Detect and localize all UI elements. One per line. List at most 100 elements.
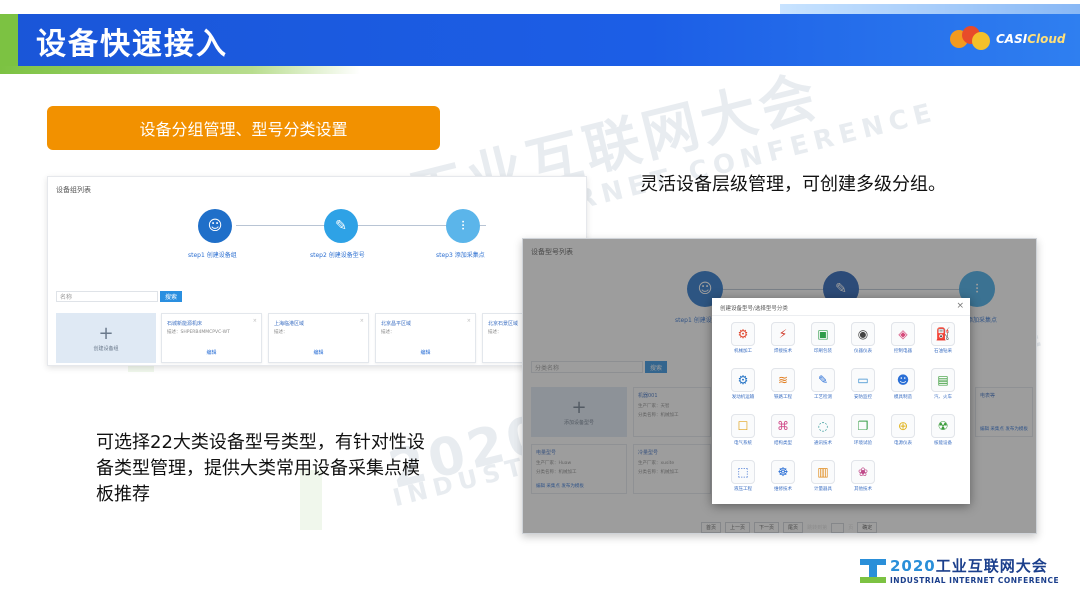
robot-arm-icon: ⚙ xyxy=(731,322,755,346)
group-card[interactable]: 石城新能源机床 × 描述：SHPERB4MMCPVC-WT 编辑 xyxy=(161,313,262,363)
model-type-label: 核能设备 xyxy=(934,441,952,446)
search-input[interactable]: 名称 xyxy=(56,291,158,302)
casicloud-logo: CASICloud xyxy=(950,26,1066,52)
welding-icon: ⚡ xyxy=(771,322,795,346)
model-type-label: 液压工程 xyxy=(734,487,752,492)
device-model-screenshot: 设备型号列表 ☺ ✎ ⫶ step1 创建设 添加采集点 分类名称 搜索 + 添… xyxy=(522,238,1037,534)
edit-link[interactable]: 编辑 xyxy=(376,349,475,356)
model-type-label: 控制电器 xyxy=(894,349,912,354)
search-button[interactable]: 搜索 xyxy=(160,291,182,302)
close-icon[interactable]: × xyxy=(467,318,471,324)
model-type-tile[interactable]: ❐ 环境试验 xyxy=(844,414,882,450)
hydraulic-icon: ⬚ xyxy=(731,460,755,484)
environment-icon: ❐ xyxy=(851,414,875,438)
step1-label: step1 创建设备组 xyxy=(188,252,237,259)
electric-icon: ☐ xyxy=(731,414,755,438)
group-card[interactable]: 北京昌平区域 × 描述： 编辑 xyxy=(375,313,476,363)
select-model-type-dialog: 创建设备型号/选择型号分类 × ⚙ 机械加工 ⚡ 焊接技术 ▣ 印刷包装 ◉ 仪器仪表 ◈ 控制电… xyxy=(712,298,970,504)
model-type-tile[interactable]: ☢ 核能设备 xyxy=(924,414,962,450)
model-type-tile[interactable]: ◉ 仪器仪表 xyxy=(844,322,882,358)
model-type-label: 发动机运输 xyxy=(731,395,755,400)
model-type-tile[interactable]: ☸ 维修技术 xyxy=(764,460,802,496)
conference-mark-icon xyxy=(860,557,886,583)
list-title: 设备组列表 xyxy=(56,186,91,194)
model-type-label: 模具制造 xyxy=(894,395,912,400)
cloud-logo-icon xyxy=(950,26,994,52)
step3-sensor-icon: ⫶ xyxy=(446,209,480,243)
model-type-label: 焊接技术 xyxy=(774,349,792,354)
model-type-tile[interactable]: ⚙ 机械加工 xyxy=(724,322,762,358)
section-tag: 设备分组管理、型号分类设置 xyxy=(47,106,440,150)
close-icon[interactable]: × xyxy=(956,301,964,311)
model-type-tile[interactable]: ⛽ 石油钻采 xyxy=(924,322,962,358)
model-type-label: 机械加工 xyxy=(734,349,752,354)
banner-green-stripe xyxy=(0,66,360,74)
model-type-tile[interactable]: ❀ 其他技术 xyxy=(844,460,882,496)
caption-device-types: 可选择22大类设备型号类型，有针对性设备类型管理，提供大类常用设备采集点模板推荐 xyxy=(96,432,425,505)
model-type-tile[interactable]: ≋ 铁路工程 xyxy=(764,368,802,404)
model-type-tile[interactable]: ☐ 电气系统 xyxy=(724,414,762,450)
model-type-tile[interactable]: ⌘ 结构类型 xyxy=(764,414,802,450)
plus-icon: + xyxy=(98,322,114,344)
model-type-label: 环境试验 xyxy=(854,441,872,446)
model-type-label: 工艺检测 xyxy=(814,395,832,400)
model-type-label: 通讯技术 xyxy=(814,441,832,446)
conference-name-en: INDUSTRIAL INTERNET CONFERENCE xyxy=(890,576,1060,585)
model-type-label: 仪器仪表 xyxy=(854,349,872,354)
model-type-label: 铁路工程 xyxy=(774,395,792,400)
oil-icon: ⛽ xyxy=(931,322,955,346)
model-type-tile[interactable]: ☻ 模具制造 xyxy=(884,368,922,404)
edit-link[interactable]: 编辑 xyxy=(162,349,261,356)
model-type-label: 结构类型 xyxy=(774,441,792,446)
step3-label: step3 添加采集点 xyxy=(436,252,485,259)
banner-left-accent xyxy=(0,14,18,74)
group-card[interactable]: 上海临港区域 × 描述： 编辑 xyxy=(268,313,369,363)
device-group-screenshot: 设备组列表 ☺ ✎ ⫶ step1 创建设备组 step2 创建设备型号 ste… xyxy=(47,176,587,366)
model-type-tile[interactable]: ◈ 控制电器 xyxy=(884,322,922,358)
model-type-tile[interactable]: ▭ 安防监控 xyxy=(844,368,882,404)
signal-icon: ◌ xyxy=(811,414,835,438)
model-type-tile[interactable]: ⚡ 焊接技术 xyxy=(764,322,802,358)
close-icon[interactable]: × xyxy=(360,318,364,324)
model-type-tile[interactable]: ▥ 计量器具 xyxy=(804,460,842,496)
model-type-tile[interactable]: ▣ 印刷包装 xyxy=(804,322,842,358)
close-icon[interactable]: × xyxy=(253,318,257,324)
monitor-icon: ▭ xyxy=(851,368,875,392)
model-type-label: 印刷包装 xyxy=(814,349,832,354)
nuclear-icon: ☢ xyxy=(931,414,955,438)
step2-label: step2 创建设备型号 xyxy=(310,252,365,259)
dialog-divider xyxy=(712,315,970,316)
model-type-label: 电气系统 xyxy=(734,441,752,446)
gauge-icon: ◉ xyxy=(851,322,875,346)
model-type-label: 其他技术 xyxy=(854,487,872,492)
model-type-tile[interactable]: ▤ 汽、火车 xyxy=(924,368,962,404)
other-icon: ❀ xyxy=(851,460,875,484)
engine-icon: ⚙ xyxy=(731,368,755,392)
model-type-label: 电源仪表 xyxy=(894,441,912,446)
model-type-tile[interactable]: ✎ 工艺检测 xyxy=(804,368,842,404)
railway-icon: ≋ xyxy=(771,368,795,392)
wrench-icon: ✎ xyxy=(811,368,835,392)
train-icon: ▤ xyxy=(931,368,955,392)
step2-edit-icon: ✎ xyxy=(324,209,358,243)
control-icon: ◈ xyxy=(891,322,915,346)
logo-text: CASICloud xyxy=(996,32,1066,46)
power-icon: ⊕ xyxy=(891,414,915,438)
model-type-label: 计量器具 xyxy=(814,487,832,492)
dialog-title: 创建设备型号/选择型号分类 xyxy=(720,306,788,312)
repair-icon: ☸ xyxy=(771,460,795,484)
model-type-tile[interactable]: ◌ 通讯技术 xyxy=(804,414,842,450)
edit-link[interactable]: 编辑 xyxy=(269,349,368,356)
model-type-tile[interactable]: ⬚ 液压工程 xyxy=(724,460,762,496)
conference-year: 2020 xyxy=(890,557,936,575)
caption-hierarchy: 灵活设备层级管理，可创建多级分组。 xyxy=(640,174,946,195)
conference-logo: 2020工业互联网大会 INDUSTRIAL INTERNET CONFEREN… xyxy=(860,555,1059,585)
model-type-tile[interactable]: ⚙ 发动机运输 xyxy=(724,368,762,404)
add-group-card[interactable]: + 创建设备组 xyxy=(56,313,156,363)
printer-icon: ▣ xyxy=(811,322,835,346)
step1-user-group-icon: ☺ xyxy=(198,209,232,243)
conference-name: 工业互联网大会 xyxy=(935,557,1048,575)
model-type-tile[interactable]: ⊕ 电源仪表 xyxy=(884,414,922,450)
conference-logo-text: 2020工业互联网大会 INDUSTRIAL INTERNET CONFEREN… xyxy=(890,555,1059,585)
meter-icon: ▥ xyxy=(811,460,835,484)
